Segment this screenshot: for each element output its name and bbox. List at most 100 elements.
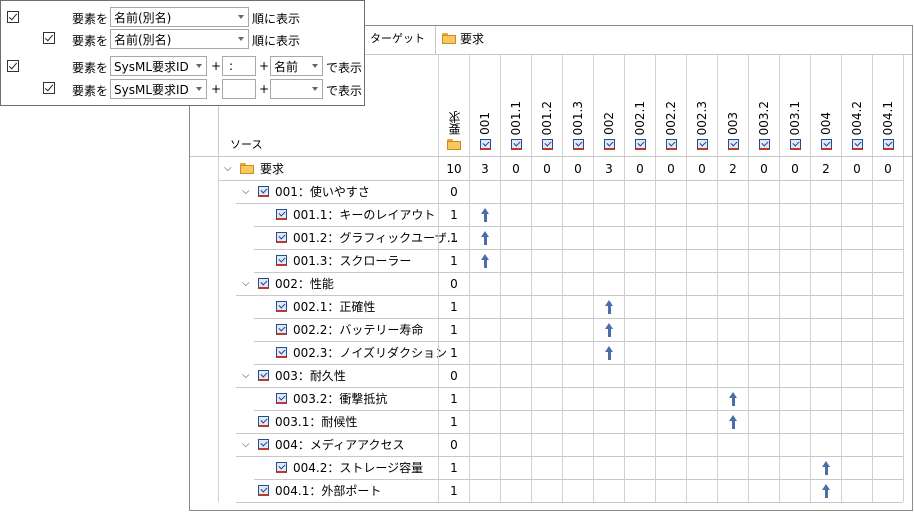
label-select-3b[interactable]: 名前 — [270, 56, 323, 76]
matrix-cell[interactable] — [686, 203, 717, 226]
matrix-cell[interactable] — [810, 433, 841, 456]
matrix-cell[interactable] — [562, 387, 593, 410]
matrix-cell[interactable] — [469, 479, 500, 502]
matrix-cell[interactable] — [686, 249, 717, 272]
matrix-cell[interactable] — [810, 456, 841, 479]
matrix-cell[interactable] — [779, 410, 810, 433]
matrix-cell[interactable] — [562, 295, 593, 318]
matrix-cell[interactable] — [624, 249, 655, 272]
matrix-cell[interactable] — [531, 180, 562, 203]
column-header[interactable]: 要求 — [438, 54, 469, 156]
matrix-cell[interactable] — [872, 479, 903, 502]
label-select-4a[interactable]: SysML要求ID — [110, 79, 207, 99]
matrix-cell[interactable] — [748, 341, 779, 364]
matrix-cell[interactable] — [562, 341, 593, 364]
matrix-cell[interactable] — [562, 180, 593, 203]
matrix-cell[interactable] — [872, 249, 903, 272]
matrix-cell[interactable] — [562, 249, 593, 272]
matrix-cell[interactable] — [655, 318, 686, 341]
matrix-cell[interactable] — [841, 272, 872, 295]
matrix-cell[interactable] — [872, 456, 903, 479]
matrix-cell[interactable] — [624, 341, 655, 364]
matrix-cell[interactable] — [531, 295, 562, 318]
matrix-cell[interactable] — [810, 203, 841, 226]
matrix-cell[interactable]: 3 — [469, 157, 500, 180]
matrix-cell[interactable] — [686, 341, 717, 364]
matrix-cell[interactable]: 0 — [841, 157, 872, 180]
matrix-cell[interactable] — [810, 479, 841, 502]
matrix-cell[interactable] — [841, 295, 872, 318]
matrix-cell[interactable] — [686, 410, 717, 433]
matrix-cell[interactable] — [593, 272, 624, 295]
matrix-cell[interactable] — [810, 364, 841, 387]
matrix-cell[interactable] — [469, 410, 500, 433]
matrix-row[interactable]: ⌵ 要求 10 3 0 0 0 3 0 0 0 2 0 0 2 0 0 — [190, 157, 912, 180]
matrix-cell[interactable]: 1 — [438, 387, 469, 410]
matrix-cell[interactable] — [655, 456, 686, 479]
matrix-cell[interactable]: 0 — [531, 157, 562, 180]
column-header[interactable]: 002.1 — [624, 54, 655, 156]
matrix-cell[interactable] — [872, 410, 903, 433]
matrix-cell[interactable] — [810, 387, 841, 410]
column-header[interactable]: 004 — [810, 54, 841, 156]
matrix-cell[interactable] — [562, 203, 593, 226]
matrix-cell[interactable]: 3 — [593, 157, 624, 180]
matrix-cell[interactable] — [841, 456, 872, 479]
matrix-cell[interactable] — [779, 226, 810, 249]
matrix-cell[interactable] — [531, 433, 562, 456]
option-checkbox-1[interactable] — [7, 11, 19, 23]
separator-field-3[interactable]: : — [222, 56, 256, 76]
matrix-cell[interactable] — [748, 226, 779, 249]
matrix-cell[interactable] — [593, 249, 624, 272]
matrix-cell[interactable] — [531, 226, 562, 249]
matrix-cell[interactable] — [531, 479, 562, 502]
matrix-cell[interactable] — [748, 364, 779, 387]
matrix-cell[interactable] — [841, 249, 872, 272]
matrix-cell[interactable] — [655, 479, 686, 502]
matrix-cell[interactable] — [500, 272, 531, 295]
matrix-cell[interactable]: 0 — [872, 157, 903, 180]
matrix-cell[interactable] — [779, 341, 810, 364]
matrix-cell[interactable] — [624, 364, 655, 387]
matrix-row[interactable]: 002.2：バッテリー寿命 1 — [190, 318, 912, 341]
matrix-cell[interactable] — [779, 272, 810, 295]
matrix-cell[interactable] — [841, 226, 872, 249]
matrix-cell[interactable] — [779, 479, 810, 502]
matrix-cell[interactable] — [779, 364, 810, 387]
matrix-cell[interactable] — [593, 433, 624, 456]
matrix-cell[interactable] — [748, 295, 779, 318]
matrix-cell[interactable] — [655, 341, 686, 364]
matrix-cell[interactable]: 0 — [438, 272, 469, 295]
column-header[interactable]: 001.3 — [562, 54, 593, 156]
matrix-cell[interactable]: 1 — [438, 295, 469, 318]
matrix-cell[interactable]: 0 — [438, 180, 469, 203]
chevron-down-icon[interactable]: ⌵ — [242, 433, 250, 456]
matrix-cell[interactable] — [593, 364, 624, 387]
matrix-cell[interactable] — [686, 456, 717, 479]
separator-field-4[interactable] — [222, 79, 256, 99]
matrix-cell[interactable] — [531, 272, 562, 295]
matrix-row[interactable]: ⌵ 004：メディアアクセス 0 — [190, 433, 912, 456]
matrix-cell[interactable] — [469, 249, 500, 272]
matrix-cell[interactable] — [500, 456, 531, 479]
column-header[interactable]: 001.2 — [531, 54, 562, 156]
matrix-cell[interactable] — [562, 479, 593, 502]
matrix-cell[interactable] — [655, 180, 686, 203]
matrix-cell[interactable]: 1 — [438, 456, 469, 479]
matrix-cell[interactable] — [562, 272, 593, 295]
matrix-cell[interactable] — [841, 410, 872, 433]
matrix-cell[interactable] — [748, 203, 779, 226]
matrix-cell[interactable] — [500, 249, 531, 272]
matrix-cell[interactable] — [500, 410, 531, 433]
matrix-cell[interactable] — [779, 318, 810, 341]
matrix-cell[interactable] — [748, 479, 779, 502]
matrix-cell[interactable] — [531, 410, 562, 433]
sort-select-2[interactable]: 名前(別名) — [110, 29, 249, 49]
matrix-cell[interactable] — [655, 226, 686, 249]
matrix-cell[interactable] — [469, 295, 500, 318]
matrix-cell[interactable] — [686, 180, 717, 203]
option-checkbox-2[interactable] — [43, 32, 55, 44]
matrix-cell[interactable]: 0 — [655, 157, 686, 180]
matrix-row[interactable]: 003.2：衝撃抵抗 1 — [190, 387, 912, 410]
option-checkbox-4[interactable] — [43, 82, 55, 94]
